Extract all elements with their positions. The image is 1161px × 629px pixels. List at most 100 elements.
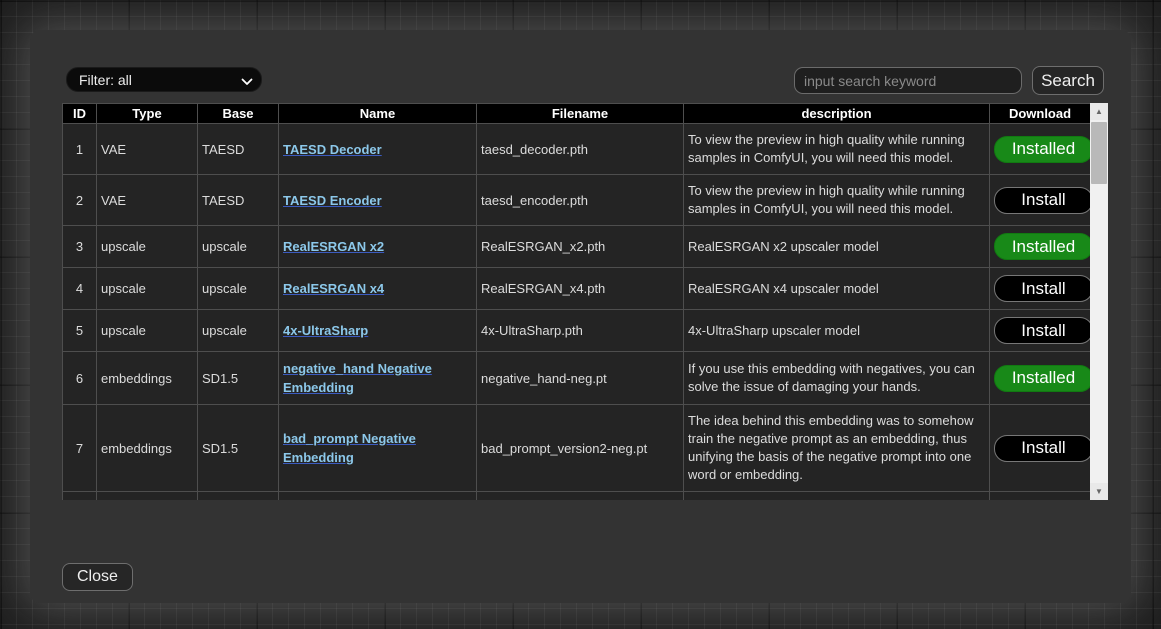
comfyui-canvas: { "dialog": { "filter": { "value": "Filt… <box>0 0 1161 629</box>
table-row: 1 VAE TAESD TAESD Decoder taesd_decoder.… <box>63 124 1091 175</box>
table-row: 3 upscale upscale RealESRGAN x2 RealESRG… <box>63 226 1091 268</box>
table-row: 7 embeddings SD1.5 bad_prompt Negative E… <box>63 405 1091 492</box>
cell-description: If you use this embedding with negatives… <box>684 352 990 405</box>
cell-download: Installed <box>990 352 1091 405</box>
model-table-scroll-area: ID Type Base Name Filename description D… <box>62 103 1090 500</box>
cell-base: upscale <box>198 226 279 268</box>
table-header-row: ID Type Base Name Filename description D… <box>63 104 1091 124</box>
cell-filename: 4x-UltraSharp.pth <box>477 310 684 352</box>
cell-filename: taesd_decoder.pth <box>477 124 684 175</box>
model-table: ID Type Base Name Filename description D… <box>62 103 1090 500</box>
cell-type <box>97 492 198 501</box>
table-row: 2 VAE TAESD TAESD Encoder taesd_encoder.… <box>63 175 1091 226</box>
scrollbar-down-icon[interactable]: ▼ <box>1090 483 1108 500</box>
cell-name: bad_prompt Negative Embedding <box>279 405 477 492</box>
cell-id: 7 <box>63 405 97 492</box>
model-name-link[interactable]: RealESRGAN x2 <box>283 239 384 254</box>
scrollbar-track[interactable] <box>1090 120 1108 483</box>
cell-base: TAESD <box>198 124 279 175</box>
filter-select[interactable]: Filter: all <box>66 67 262 92</box>
cell-id: 1 <box>63 124 97 175</box>
model-name-link[interactable]: TAESD Encoder <box>283 193 382 208</box>
cell-download: Installed <box>990 226 1091 268</box>
install-button[interactable]: Installed <box>994 233 1090 260</box>
cell-name: TAESD Encoder <box>279 175 477 226</box>
cell-name <box>279 492 477 501</box>
cell-base <box>198 492 279 501</box>
scrollbar-up-icon[interactable]: ▲ <box>1090 103 1108 120</box>
install-button[interactable]: Install <box>994 435 1090 462</box>
cell-description: These embedding learn what disgusting co… <box>684 492 990 501</box>
cell-id: 2 <box>63 175 97 226</box>
model-name-link[interactable]: TAESD Decoder <box>283 142 382 157</box>
table-row: 6 embeddings SD1.5 negative_hand Negativ… <box>63 352 1091 405</box>
table-row: 4 upscale upscale RealESRGAN x4 RealESRG… <box>63 268 1091 310</box>
cell-filename: taesd_encoder.pth <box>477 175 684 226</box>
model-name-link[interactable]: bad_prompt Negative Embedding <box>283 431 416 465</box>
cell-description: RealESRGAN x2 upscaler model <box>684 226 990 268</box>
cell-type: embeddings <box>97 352 198 405</box>
cell-download: Install <box>990 405 1091 492</box>
cell-download: Installed <box>990 124 1091 175</box>
col-header-filename: Filename <box>477 104 684 124</box>
col-header-type: Type <box>97 104 198 124</box>
cell-base: upscale <box>198 268 279 310</box>
table-row: These embedding learn what disgusting co… <box>63 492 1091 501</box>
cell-filename: negative_hand-neg.pt <box>477 352 684 405</box>
cell-base: SD1.5 <box>198 405 279 492</box>
cell-id: 3 <box>63 226 97 268</box>
col-header-base: Base <box>198 104 279 124</box>
cell-id: 6 <box>63 352 97 405</box>
install-button[interactable]: Install <box>994 317 1090 344</box>
model-table-body: 1 VAE TAESD TAESD Decoder taesd_decoder.… <box>63 124 1091 501</box>
cell-type: upscale <box>97 310 198 352</box>
scrollbar-thumb[interactable] <box>1091 122 1107 184</box>
cell-download: Install <box>990 268 1091 310</box>
cell-base: upscale <box>198 310 279 352</box>
col-header-download: Download <box>990 104 1091 124</box>
cell-id <box>63 492 97 501</box>
filter-dropdown-wrap: Filter: all <box>66 67 262 92</box>
col-header-name: Name <box>279 104 477 124</box>
cell-base: SD1.5 <box>198 352 279 405</box>
cell-filename: RealESRGAN_x2.pth <box>477 226 684 268</box>
install-models-dialog: Filter: all Search ID Type Base Name F <box>30 30 1131 603</box>
install-button[interactable]: Install <box>994 275 1090 302</box>
cell-download: Install <box>990 175 1091 226</box>
cell-description: To view the preview in high quality whil… <box>684 124 990 175</box>
search-button[interactable]: Search <box>1032 66 1104 95</box>
cell-name: TAESD Decoder <box>279 124 477 175</box>
cell-filename: bad_prompt_version2-neg.pt <box>477 405 684 492</box>
model-name-link[interactable]: RealESRGAN x4 <box>283 281 384 296</box>
cell-description: 4x-UltraSharp upscaler model <box>684 310 990 352</box>
table-row: 5 upscale upscale 4x-UltraSharp 4x-Ultra… <box>63 310 1091 352</box>
install-button[interactable]: Install <box>994 187 1090 214</box>
cell-id: 4 <box>63 268 97 310</box>
model-table-zone: ID Type Base Name Filename description D… <box>62 103 1108 500</box>
model-name-link[interactable]: negative_hand Negative Embedding <box>283 361 432 395</box>
cell-name: negative_hand Negative Embedding <box>279 352 477 405</box>
table-scrollbar[interactable]: ▲ ▼ <box>1090 103 1108 500</box>
install-button[interactable]: Installed <box>994 365 1090 392</box>
cell-name: RealESRGAN x4 <box>279 268 477 310</box>
cell-download <box>990 492 1091 501</box>
cell-description: The idea behind this embedding was to so… <box>684 405 990 492</box>
cell-name: RealESRGAN x2 <box>279 226 477 268</box>
cell-description: RealESRGAN x4 upscaler model <box>684 268 990 310</box>
cell-type: VAE <box>97 124 198 175</box>
col-header-id: ID <box>63 104 97 124</box>
model-name-link[interactable]: 4x-UltraSharp <box>283 323 368 338</box>
search-input[interactable] <box>794 67 1022 94</box>
cell-name: 4x-UltraSharp <box>279 310 477 352</box>
cell-filename <box>477 492 684 501</box>
install-button[interactable]: Installed <box>994 136 1090 163</box>
cell-type: upscale <box>97 268 198 310</box>
cell-type: VAE <box>97 175 198 226</box>
cell-filename: RealESRGAN_x4.pth <box>477 268 684 310</box>
cell-type: embeddings <box>97 405 198 492</box>
cell-id: 5 <box>63 310 97 352</box>
close-button[interactable]: Close <box>62 563 133 591</box>
cell-download: Install <box>990 310 1091 352</box>
col-header-description: description <box>684 104 990 124</box>
cell-description: To view the preview in high quality whil… <box>684 175 990 226</box>
